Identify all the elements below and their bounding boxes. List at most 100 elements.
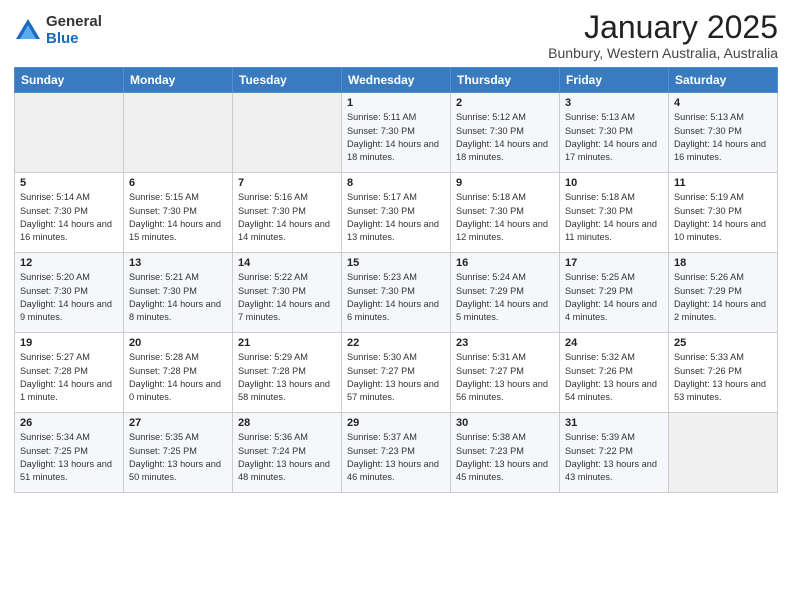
calendar-cell: 3Sunrise: 5:13 AM Sunset: 7:30 PM Daylig…	[560, 93, 669, 173]
day-number: 9	[456, 177, 554, 189]
calendar-cell: 12 Sunrise: 5:20 AM Sunset: 7:30 PM Dayli…	[15, 253, 124, 333]
day-info: Sunrise: 5:14 AM Sunset: 7:30 PM Dayligh…	[20, 191, 118, 244]
day-info: Sunrise: 5:33 AM Sunset: 7:26 PM Dayligh…	[674, 351, 772, 404]
day-info: Sunrise: 5:19 AM Sunset: 7:30 PM Dayligh…	[674, 191, 772, 244]
day-number: 26	[20, 417, 118, 429]
logo-text: General Blue	[46, 14, 102, 47]
day-number: 30	[456, 417, 554, 429]
calendar-cell: 17 Sunrise: 5:25 AM Sunset: 7:29 PM Dayli…	[560, 253, 669, 333]
logo-icon	[14, 17, 42, 45]
day-info: Sunrise: 5:25 AM Sunset: 7:29 PM Dayligh…	[565, 271, 663, 324]
calendar-cell: 2 Sunrise: 5:12 AM Sunset: 7:30 PM Daylig…	[451, 93, 560, 173]
calendar-cell: 18 Sunrise: 5:26 AM Sunset: 7:29 PM Dayli…	[669, 253, 778, 333]
day-info: Sunrise: 5:22 AM Sunset: 7:30 PM Dayligh…	[238, 271, 336, 324]
day-number: 24	[565, 337, 663, 349]
calendar-cell: 19Sunrise: 5:27 AM Sunset: 7:28 PM Dayli…	[15, 333, 124, 413]
calendar-week-2: 5 Sunrise: 5:14 AM Sunset: 7:30 PM Daylig…	[15, 173, 778, 253]
calendar-header-row: Sunday Monday Tuesday Wednesday Thursday…	[15, 68, 778, 93]
logo: General Blue	[14, 14, 102, 47]
day-info: Sunrise: 5:28 AM Sunset: 7:28 PM Dayligh…	[129, 351, 227, 404]
day-number: 28	[238, 417, 336, 429]
day-number: 6	[129, 177, 227, 189]
col-sunday: Sunday	[15, 68, 124, 93]
day-info: Sunrise: 5:26 AM Sunset: 7:29 PM Dayligh…	[674, 271, 772, 324]
calendar-cell: 14 Sunrise: 5:22 AM Sunset: 7:30 PM Dayli…	[233, 253, 342, 333]
header: General Blue January 2025 Bunbury, Weste…	[14, 10, 778, 61]
calendar-cell: 6 Sunrise: 5:15 AM Sunset: 7:30 PM Daylig…	[124, 173, 233, 253]
day-info: Sunrise: 5:30 AM Sunset: 7:27 PM Dayligh…	[347, 351, 445, 404]
day-info: Sunrise: 5:34 AM Sunset: 7:25 PM Dayligh…	[20, 431, 118, 484]
day-number: 27	[129, 417, 227, 429]
day-number: 23	[456, 337, 554, 349]
calendar-cell	[233, 93, 342, 173]
calendar-cell: 8Sunrise: 5:17 AM Sunset: 7:30 PM Daylig…	[342, 173, 451, 253]
calendar: Sunday Monday Tuesday Wednesday Thursday…	[14, 67, 778, 493]
calendar-cell: 7 Sunrise: 5:16 AM Sunset: 7:30 PM Daylig…	[233, 173, 342, 253]
day-info: Sunrise: 5:32 AM Sunset: 7:26 PM Dayligh…	[565, 351, 663, 404]
calendar-cell: 26 Sunrise: 5:34 AM Sunset: 7:25 PM Dayli…	[15, 413, 124, 493]
day-info: Sunrise: 5:17 AM Sunset: 7:30 PM Dayligh…	[347, 191, 445, 244]
day-number: 15	[347, 257, 445, 269]
day-number: 22	[347, 337, 445, 349]
day-number: 13	[129, 257, 227, 269]
day-info: Sunrise: 5:21 AM Sunset: 7:30 PM Dayligh…	[129, 271, 227, 324]
day-info: Sunrise: 5:12 AM Sunset: 7:30 PM Dayligh…	[456, 111, 554, 164]
day-number: 12	[20, 257, 118, 269]
calendar-cell: 21Sunrise: 5:29 AM Sunset: 7:28 PM Dayli…	[233, 333, 342, 413]
day-number: 31	[565, 417, 663, 429]
logo-general: General	[46, 14, 102, 31]
calendar-week-1: 1 Sunrise: 5:11 AM Sunset: 7:30 PM Daylig…	[15, 93, 778, 173]
day-info: Sunrise: 5:16 AM Sunset: 7:30 PM Dayligh…	[238, 191, 336, 244]
day-number: 4	[674, 97, 772, 109]
calendar-week-5: 26 Sunrise: 5:34 AM Sunset: 7:25 PM Dayli…	[15, 413, 778, 493]
day-number: 7	[238, 177, 336, 189]
day-info: Sunrise: 5:35 AM Sunset: 7:25 PM Dayligh…	[129, 431, 227, 484]
day-number: 11	[674, 177, 772, 189]
calendar-cell: 29Sunrise: 5:37 AM Sunset: 7:23 PM Dayli…	[342, 413, 451, 493]
day-info: Sunrise: 5:18 AM Sunset: 7:30 PM Dayligh…	[456, 191, 554, 244]
calendar-cell: 5 Sunrise: 5:14 AM Sunset: 7:30 PM Daylig…	[15, 173, 124, 253]
day-info: Sunrise: 5:38 AM Sunset: 7:23 PM Dayligh…	[456, 431, 554, 484]
day-info: Sunrise: 5:20 AM Sunset: 7:30 PM Dayligh…	[20, 271, 118, 324]
calendar-cell: 15 Sunrise: 5:23 AM Sunset: 7:30 PM Dayli…	[342, 253, 451, 333]
calendar-cell	[669, 413, 778, 493]
day-info: Sunrise: 5:37 AM Sunset: 7:23 PM Dayligh…	[347, 431, 445, 484]
calendar-cell: 30 Sunrise: 5:38 AM Sunset: 7:23 PM Dayli…	[451, 413, 560, 493]
calendar-cell: 1 Sunrise: 5:11 AM Sunset: 7:30 PM Daylig…	[342, 93, 451, 173]
col-thursday: Thursday	[451, 68, 560, 93]
col-saturday: Saturday	[669, 68, 778, 93]
day-info: Sunrise: 5:23 AM Sunset: 7:30 PM Dayligh…	[347, 271, 445, 324]
calendar-cell: 20Sunrise: 5:28 AM Sunset: 7:28 PM Dayli…	[124, 333, 233, 413]
day-number: 2	[456, 97, 554, 109]
day-number: 25	[674, 337, 772, 349]
calendar-cell: 28 Sunrise: 5:36 AM Sunset: 7:24 PM Dayli…	[233, 413, 342, 493]
day-number: 17	[565, 257, 663, 269]
calendar-cell: 10 Sunrise: 5:18 AM Sunset: 7:30 PM Dayli…	[560, 173, 669, 253]
day-info: Sunrise: 5:11 AM Sunset: 7:30 PM Dayligh…	[347, 111, 445, 164]
day-info: Sunrise: 5:36 AM Sunset: 7:24 PM Dayligh…	[238, 431, 336, 484]
col-tuesday: Tuesday	[233, 68, 342, 93]
day-info: Sunrise: 5:18 AM Sunset: 7:30 PM Dayligh…	[565, 191, 663, 244]
day-info: Sunrise: 5:24 AM Sunset: 7:29 PM Dayligh…	[456, 271, 554, 324]
day-number: 19	[20, 337, 118, 349]
location: Bunbury, Western Australia, Australia	[548, 45, 778, 61]
day-number: 18	[674, 257, 772, 269]
day-number: 1	[347, 97, 445, 109]
day-info: Sunrise: 5:15 AM Sunset: 7:30 PM Dayligh…	[129, 191, 227, 244]
day-number: 10	[565, 177, 663, 189]
day-info: Sunrise: 5:13 AM Sunset: 7:30 PM Dayligh…	[565, 111, 663, 164]
calendar-cell: 16Sunrise: 5:24 AM Sunset: 7:29 PM Dayli…	[451, 253, 560, 333]
col-friday: Friday	[560, 68, 669, 93]
page: General Blue January 2025 Bunbury, Weste…	[0, 0, 792, 612]
col-monday: Monday	[124, 68, 233, 93]
calendar-week-3: 12 Sunrise: 5:20 AM Sunset: 7:30 PM Dayli…	[15, 253, 778, 333]
day-number: 14	[238, 257, 336, 269]
calendar-cell: 11 Sunrise: 5:19 AM Sunset: 7:30 PM Dayli…	[669, 173, 778, 253]
calendar-cell: 31Sunrise: 5:39 AM Sunset: 7:22 PM Dayli…	[560, 413, 669, 493]
day-number: 5	[20, 177, 118, 189]
calendar-cell: 9 Sunrise: 5:18 AM Sunset: 7:30 PM Daylig…	[451, 173, 560, 253]
day-info: Sunrise: 5:31 AM Sunset: 7:27 PM Dayligh…	[456, 351, 554, 404]
calendar-cell: 24 Sunrise: 5:32 AM Sunset: 7:26 PM Dayli…	[560, 333, 669, 413]
calendar-cell: 22 Sunrise: 5:30 AM Sunset: 7:27 PM Dayli…	[342, 333, 451, 413]
logo-blue: Blue	[46, 31, 102, 48]
